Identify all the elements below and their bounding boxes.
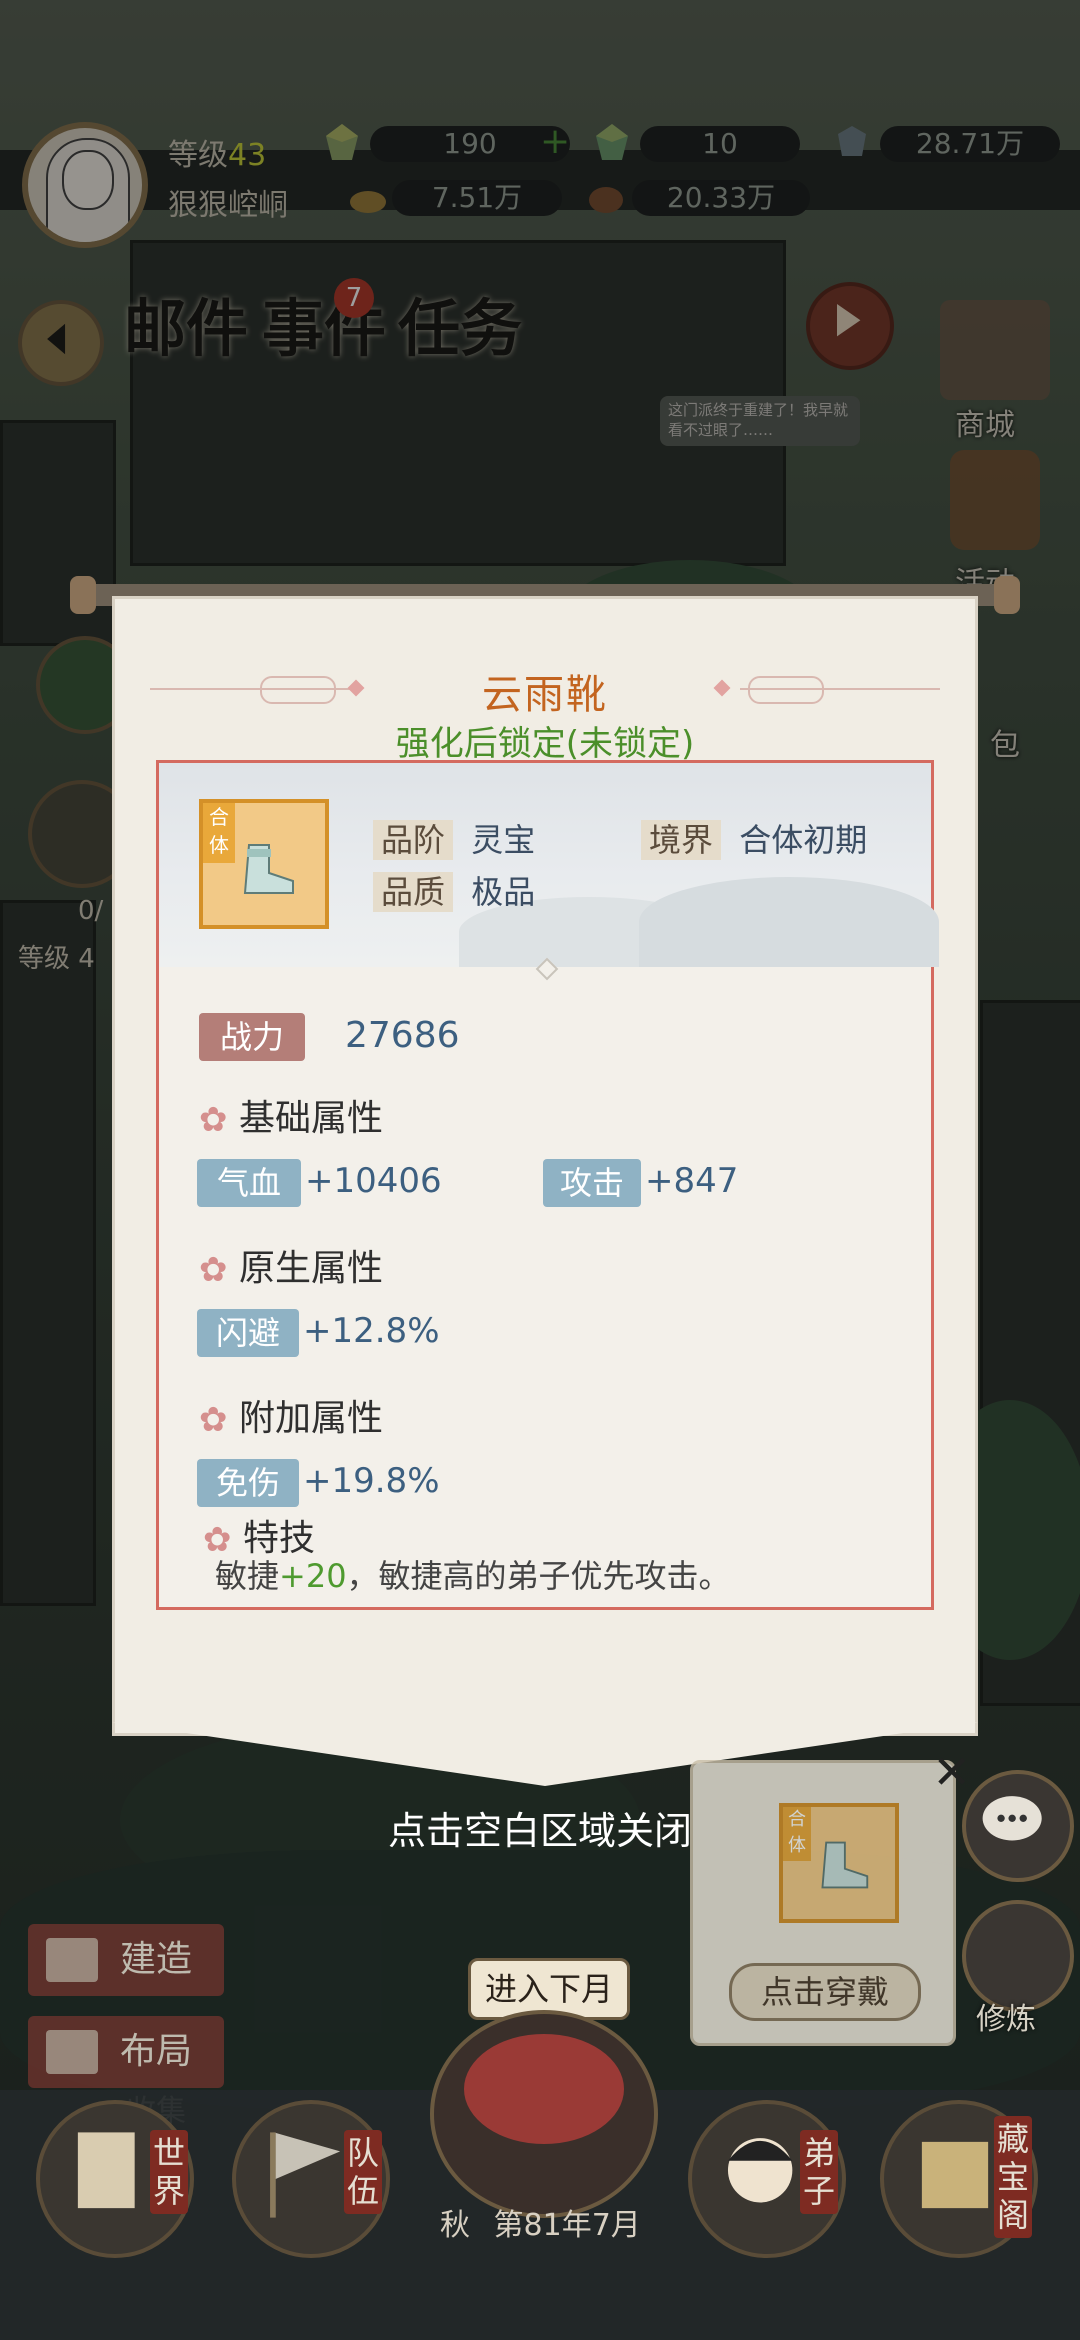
- equip-widget: ✕ 合体 点击穿戴: [690, 1745, 971, 2046]
- power-label: 战力: [199, 1013, 305, 1061]
- native-attr-heading: ✿ 原生属性: [199, 1248, 384, 1290]
- realm-label: 境界: [641, 820, 722, 860]
- grade-row: 品阶 灵宝: [373, 815, 535, 861]
- date-label: 第81年7月: [493, 2208, 641, 2243]
- quality-row: 品质 极品: [373, 867, 535, 913]
- season-date: 秋 第81年7月: [440, 2200, 641, 2244]
- dodge-attr-value: +12.8%: [303, 1311, 440, 1351]
- boot-icon: [243, 844, 294, 894]
- cultivate-label[interactable]: 修炼: [976, 1994, 1036, 2038]
- house-icon: [46, 1938, 98, 1982]
- extra-attr-heading: ✿ 附加属性: [199, 1398, 384, 1440]
- lock-status[interactable]: 强化后锁定(未锁定): [112, 716, 978, 765]
- item-title-row: 云雨靴: [112, 662, 978, 720]
- treasure-label[interactable]: 藏宝阁: [994, 2116, 1032, 2238]
- skill-description: 敏捷+20，敏捷高的弟子优先攻击。: [215, 1557, 731, 1595]
- disciples-label[interactable]: 弟子: [800, 2130, 838, 2214]
- hp-attr-value: +10406: [305, 1161, 442, 1201]
- quality-label: 品质: [373, 872, 454, 912]
- team-label[interactable]: 队伍: [344, 2130, 382, 2214]
- realm-row: 境界 合体初期: [641, 815, 867, 861]
- item-card-header: 合体 品阶 灵宝 品质 极品 境界 合体初期: [159, 763, 939, 967]
- autumn-leaves: [464, 2034, 624, 2144]
- season-tree: [430, 2010, 658, 2218]
- boot-icon: [821, 1841, 869, 1889]
- chat-bubble-icon: [982, 1796, 1042, 1841]
- build-button[interactable]: 建造: [28, 1924, 224, 1996]
- item-realm-tag: 合体: [203, 803, 235, 863]
- equip-button[interactable]: 点击穿戴: [729, 1963, 921, 2021]
- base-attr-heading: ✿ 基础属性: [199, 1098, 384, 1140]
- world-label[interactable]: 世界: [150, 2130, 188, 2214]
- layout-button[interactable]: 布局: [28, 2016, 224, 2088]
- equip-slot[interactable]: 合体: [779, 1803, 899, 1923]
- item-icon-box: 合体: [199, 799, 329, 929]
- flower-icon: ✿: [199, 1400, 228, 1440]
- quality-value: 极品: [471, 873, 536, 911]
- attack-attr-value: +847: [645, 1161, 739, 1201]
- flower-icon: ✿: [199, 1100, 228, 1140]
- item-name: 云雨靴: [482, 672, 608, 718]
- item-info-card: 合体 品阶 灵宝 品质 极品 境界 合体初期 战力 27686 ✿ 基础属性 气…: [156, 760, 939, 1610]
- attack-attr-tag: 攻击: [543, 1159, 641, 1207]
- power-value: 27686: [345, 1015, 460, 1056]
- mountain-decoration: [639, 877, 939, 967]
- grid-icon: [46, 2030, 98, 2074]
- item-detail-modal: 云雨靴 强化后锁定(未锁定) 合体 品阶 灵宝 品质 极品 境界 合体初期 战力…: [70, 576, 1020, 1786]
- season-label: 秋: [440, 2208, 470, 2243]
- flower-icon: ✿: [199, 1250, 228, 1290]
- dodge-attr-tag: 闪避: [197, 1309, 299, 1357]
- grade-value: 灵宝: [471, 821, 536, 859]
- equip-realm-tag: 合体: [783, 1807, 811, 1861]
- hp-attr-tag: 气血: [197, 1159, 301, 1207]
- damage-reduction-attr-value: +19.8%: [303, 1461, 440, 1501]
- realm-value: 合体初期: [739, 821, 868, 859]
- chat-button[interactable]: [962, 1770, 1074, 1882]
- grade-label: 品阶: [373, 820, 454, 860]
- damage-reduction-attr-tag: 免伤: [197, 1459, 299, 1507]
